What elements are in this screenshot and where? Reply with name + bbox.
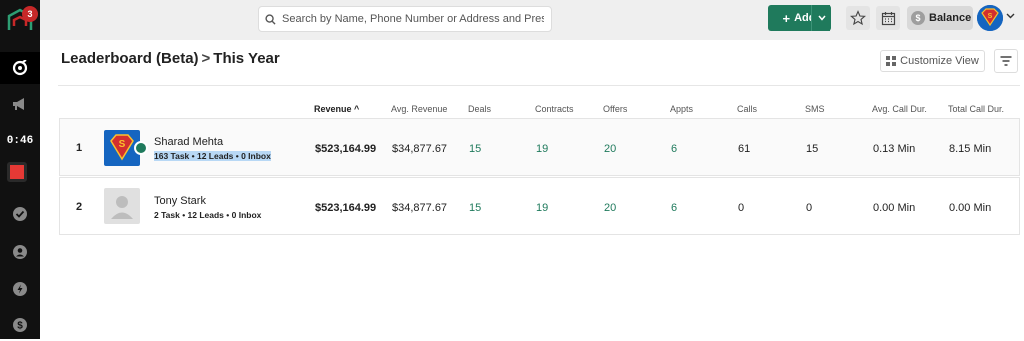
breadcrumb-leaderboard[interactable]: Leaderboard (Beta) xyxy=(61,50,199,67)
table-row[interactable]: 1 S Sharad Mehta 163 Task • 12 Leads • 0… xyxy=(59,118,1020,176)
sidebar-item-campaigns[interactable] xyxy=(0,88,40,120)
agent-avatar-placeholder xyxy=(104,188,140,224)
column-header-total-call-duration[interactable]: Total Call Dur. xyxy=(948,104,1004,114)
calendar-icon xyxy=(881,11,895,25)
sort-asc-icon: ^ xyxy=(354,104,360,114)
svg-text:$: $ xyxy=(17,321,23,332)
svg-text:S: S xyxy=(988,13,993,20)
column-header-contracts[interactable]: Contracts xyxy=(535,104,574,114)
customize-view-label: Customize View xyxy=(900,55,979,67)
table-row[interactable]: 2 Tony Stark 2 Task • 12 Leads • 0 Inbox… xyxy=(59,177,1020,235)
user-circle-icon xyxy=(13,245,27,259)
sidebar-item-contacts[interactable] xyxy=(0,236,40,268)
agent-summary: 2 Task • 12 Leads • 0 Inbox xyxy=(154,210,262,220)
add-dropdown-button[interactable] xyxy=(811,5,831,31)
balance-button[interactable]: $ Balance xyxy=(907,6,973,30)
grid-icon xyxy=(886,56,897,66)
offers-value[interactable]: 20 xyxy=(604,202,616,214)
total-call-duration-value: 8.15 Min xyxy=(949,143,992,155)
rank: 1 xyxy=(76,142,83,154)
filter-button[interactable] xyxy=(994,49,1018,73)
plus-icon: + xyxy=(782,10,791,26)
avg-call-duration-value: 0.13 Min xyxy=(873,143,916,155)
search-box[interactable] xyxy=(258,6,552,32)
check-circle-icon xyxy=(13,207,27,221)
megaphone-icon xyxy=(13,98,24,110)
column-header-appts[interactable]: Appts xyxy=(670,104,693,114)
avg-call-duration-value: 0.00 Min xyxy=(873,202,916,214)
header-divider xyxy=(58,85,1020,86)
deals-value[interactable]: 15 xyxy=(469,202,481,214)
rank: 2 xyxy=(76,201,83,213)
appts-value[interactable]: 6 xyxy=(671,202,677,214)
column-header-sms[interactable]: SMS xyxy=(805,104,825,114)
column-header-offers[interactable]: Offers xyxy=(603,104,627,114)
sidebar-item-activity[interactable] xyxy=(0,273,40,305)
appts-value[interactable]: 6 xyxy=(671,143,677,155)
calls-value: 0 xyxy=(738,202,745,214)
calendar-button[interactable] xyxy=(876,6,900,30)
agent-name[interactable]: Tony Stark xyxy=(154,195,206,207)
favorites-button[interactable] xyxy=(846,6,870,30)
breadcrumb-separator: > xyxy=(201,50,211,67)
deals-value[interactable]: 15 xyxy=(469,143,481,155)
dollar-circle-icon: $ xyxy=(13,318,27,332)
sidebar-item-tasks[interactable] xyxy=(0,198,40,230)
verified-badge-icon xyxy=(134,141,148,155)
call-timer: 0:46 xyxy=(6,135,34,147)
user-avatar[interactable]: S xyxy=(977,5,1003,31)
star-icon xyxy=(850,10,866,26)
column-header-revenue[interactable]: Revenue ^ xyxy=(314,104,359,114)
contracts-value[interactable]: 19 xyxy=(536,202,548,214)
column-header-avg-revenue[interactable]: Avg. Revenue xyxy=(391,104,447,114)
agent-summary: 163 Task • 12 Leads • 0 Inbox xyxy=(154,151,271,161)
sidebar-item-dashboard[interactable] xyxy=(0,52,40,84)
sidebar-item-billing[interactable]: $ xyxy=(0,309,40,341)
column-header-deals[interactable]: Deals xyxy=(468,104,491,114)
record-stop-button[interactable] xyxy=(7,162,27,182)
avg-revenue-value: $34,877.67 xyxy=(392,143,448,155)
breadcrumb-period: This Year xyxy=(213,50,280,67)
top-bar: + Add $ Balance S xyxy=(40,0,1024,40)
bolt-circle-icon xyxy=(13,282,27,296)
customize-view-button[interactable]: Customize View xyxy=(880,50,985,72)
offers-value[interactable]: 20 xyxy=(604,143,616,155)
sms-value: 15 xyxy=(806,143,819,155)
svg-text:S: S xyxy=(119,139,126,150)
page-title: Leaderboard (Beta) > This Year xyxy=(61,50,280,67)
contracts-value[interactable]: 19 xyxy=(536,143,548,155)
sms-value: 0 xyxy=(806,202,813,214)
revenue-value: $523,164.99 xyxy=(315,143,377,155)
avg-revenue-value: $34,877.67 xyxy=(392,202,448,214)
sidebar: 3 0:46 $ xyxy=(0,0,40,339)
search-input[interactable] xyxy=(282,13,544,25)
notification-badge: 3 xyxy=(22,6,38,22)
column-header-calls[interactable]: Calls xyxy=(737,104,757,114)
balance-label: Balance xyxy=(929,12,972,24)
calls-value: 61 xyxy=(738,143,751,155)
filter-icon xyxy=(1000,55,1012,66)
total-call-duration-value: 0.00 Min xyxy=(949,202,992,214)
search-icon xyxy=(265,13,276,25)
chevron-down-icon xyxy=(817,15,826,21)
revenue-value: $523,164.99 xyxy=(315,202,377,214)
column-header-avg-call-duration[interactable]: Avg. Call Dur. xyxy=(872,104,927,114)
dollar-coin-icon: $ xyxy=(911,11,925,25)
dashboard-icon xyxy=(12,60,28,76)
agent-name[interactable]: Sharad Mehta xyxy=(154,136,223,148)
chevron-down-icon[interactable] xyxy=(1006,13,1015,19)
